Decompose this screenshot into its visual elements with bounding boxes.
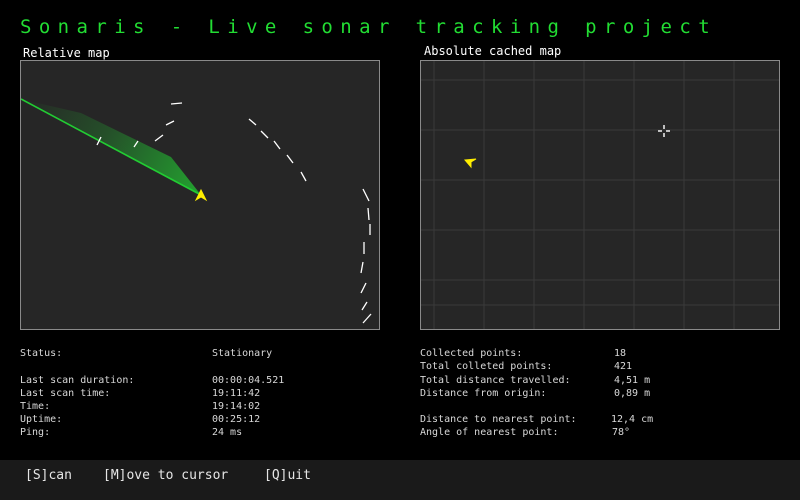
sonar-point (154, 134, 164, 142)
collected-points-value: 18 (614, 348, 627, 359)
sonar-point (273, 140, 281, 150)
uptime-label: Uptime: (20, 414, 63, 425)
map-grid (421, 61, 779, 329)
sonar-point (360, 261, 364, 274)
quit-command[interactable]: [Q]uit (264, 468, 311, 483)
nearest-distance-value: 12,4 cm (611, 414, 654, 425)
sonar-point (260, 130, 269, 139)
last-scan-duration-label: Last scan duration: (20, 375, 135, 386)
relative-map[interactable] (20, 60, 380, 330)
command-bar: [S]can [M]ove to cursor [Q]uit (0, 460, 800, 500)
sonar-point (362, 188, 370, 202)
app-title: Sonaris - Live sonar tracking project (20, 16, 718, 38)
status-label: Status: (20, 348, 63, 359)
status-value: Stationary (212, 348, 273, 359)
total-distance-label: Total distance travelled: (420, 375, 571, 386)
arrow-marker-icon (463, 158, 477, 169)
collected-points-label: Collected points: (420, 348, 523, 359)
crosshair-icon (658, 125, 670, 137)
ping-label: Ping: (20, 427, 51, 438)
distance-from-origin-label: Distance from origin: (420, 388, 547, 399)
time-label: Time: (20, 401, 51, 412)
last-scan-time-label: Last scan time: (20, 388, 111, 399)
uptime-value: 00:25:12 (212, 414, 261, 425)
sonar-point (367, 207, 370, 221)
absolute-map-canvas (421, 61, 779, 329)
move-to-cursor-command[interactable]: [M]ove to cursor (103, 468, 228, 483)
last-scan-duration-value: 00:00:04.521 (212, 375, 285, 386)
total-collected-points-label: Total colleted points: (420, 361, 553, 372)
last-scan-time-value: 19:11:42 (212, 388, 261, 399)
sonar-point (361, 301, 368, 311)
sonar-point (165, 120, 175, 126)
nearest-angle-label: Angle of nearest point: (420, 427, 559, 438)
nearest-angle-value: 78° (612, 427, 631, 438)
sonar-points (96, 102, 372, 324)
total-distance-value: 4,51 m (614, 375, 651, 386)
relative-map-label: Relative map (23, 46, 110, 60)
sonar-point (300, 171, 307, 182)
sonar-sweep-line (21, 98, 202, 196)
scan-command[interactable]: [S]can (25, 468, 72, 483)
sonar-point (360, 282, 367, 294)
distance-from-origin-value: 0,89 m (614, 388, 651, 399)
total-collected-points-value: 421 (614, 361, 633, 372)
sonar-point (248, 118, 257, 126)
sonar-point (170, 102, 183, 105)
absolute-map[interactable] (420, 60, 780, 330)
ping-value: 24 ms (212, 427, 243, 438)
nearest-distance-label: Distance to nearest point: (420, 414, 577, 425)
time-value: 19:14:02 (212, 401, 261, 412)
absolute-map-label: Absolute cached map (424, 44, 562, 58)
sonar-point (362, 313, 372, 324)
sonar-point (286, 154, 294, 164)
relative-map-canvas (21, 98, 372, 324)
